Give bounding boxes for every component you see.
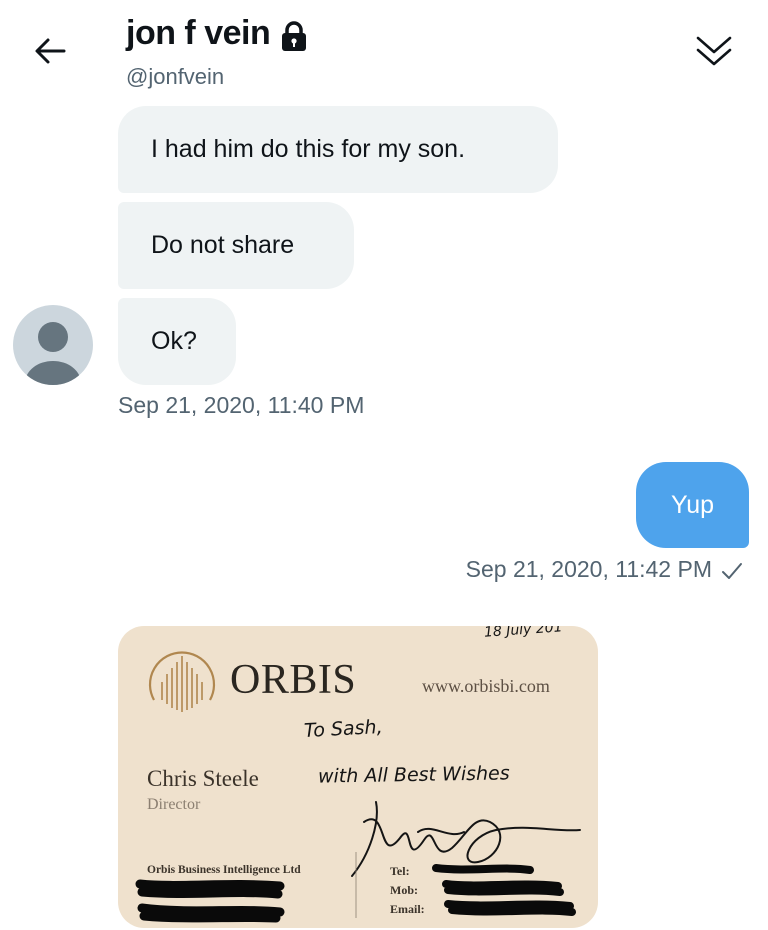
redaction-mark xyxy=(442,880,564,896)
redaction-mark xyxy=(135,879,285,899)
message-timestamp: Sep 21, 2020, 11:42 PM xyxy=(465,556,712,582)
contact-name: jon f vein xyxy=(126,14,271,52)
lock-icon xyxy=(282,20,307,51)
card-markings xyxy=(135,801,581,923)
message-text: I had him do this for my son. xyxy=(151,135,466,163)
handwritten-signature xyxy=(351,801,581,877)
received-message[interactable]: I had him do this for my son. xyxy=(118,106,558,193)
back-arrow-icon[interactable] xyxy=(30,34,70,68)
message-text: Ok? xyxy=(151,327,197,355)
avatar[interactable] xyxy=(13,305,93,385)
business-card-image[interactable]: ORBIS www.orbisbi.com Chris Steele Direc… xyxy=(118,626,598,928)
received-message[interactable]: Do not share xyxy=(118,202,354,289)
redaction-mark xyxy=(432,864,534,874)
message-timestamp: Sep 21, 2020, 11:40 PM xyxy=(118,392,365,418)
sent-message[interactable]: Yup xyxy=(636,462,749,548)
contact-handle: @jonfvein xyxy=(126,64,225,89)
double-chevron-down-icon[interactable] xyxy=(692,30,736,70)
redaction-mark xyxy=(137,903,285,923)
checkmark-icon xyxy=(722,563,742,579)
message-text: Yup xyxy=(670,490,715,519)
default-avatar-icon xyxy=(25,322,81,385)
conversation-header: jon f vein xyxy=(126,14,310,53)
redaction-mark xyxy=(444,900,576,916)
message-text: Do not share xyxy=(151,231,295,259)
received-message[interactable]: Ok? xyxy=(118,298,236,385)
